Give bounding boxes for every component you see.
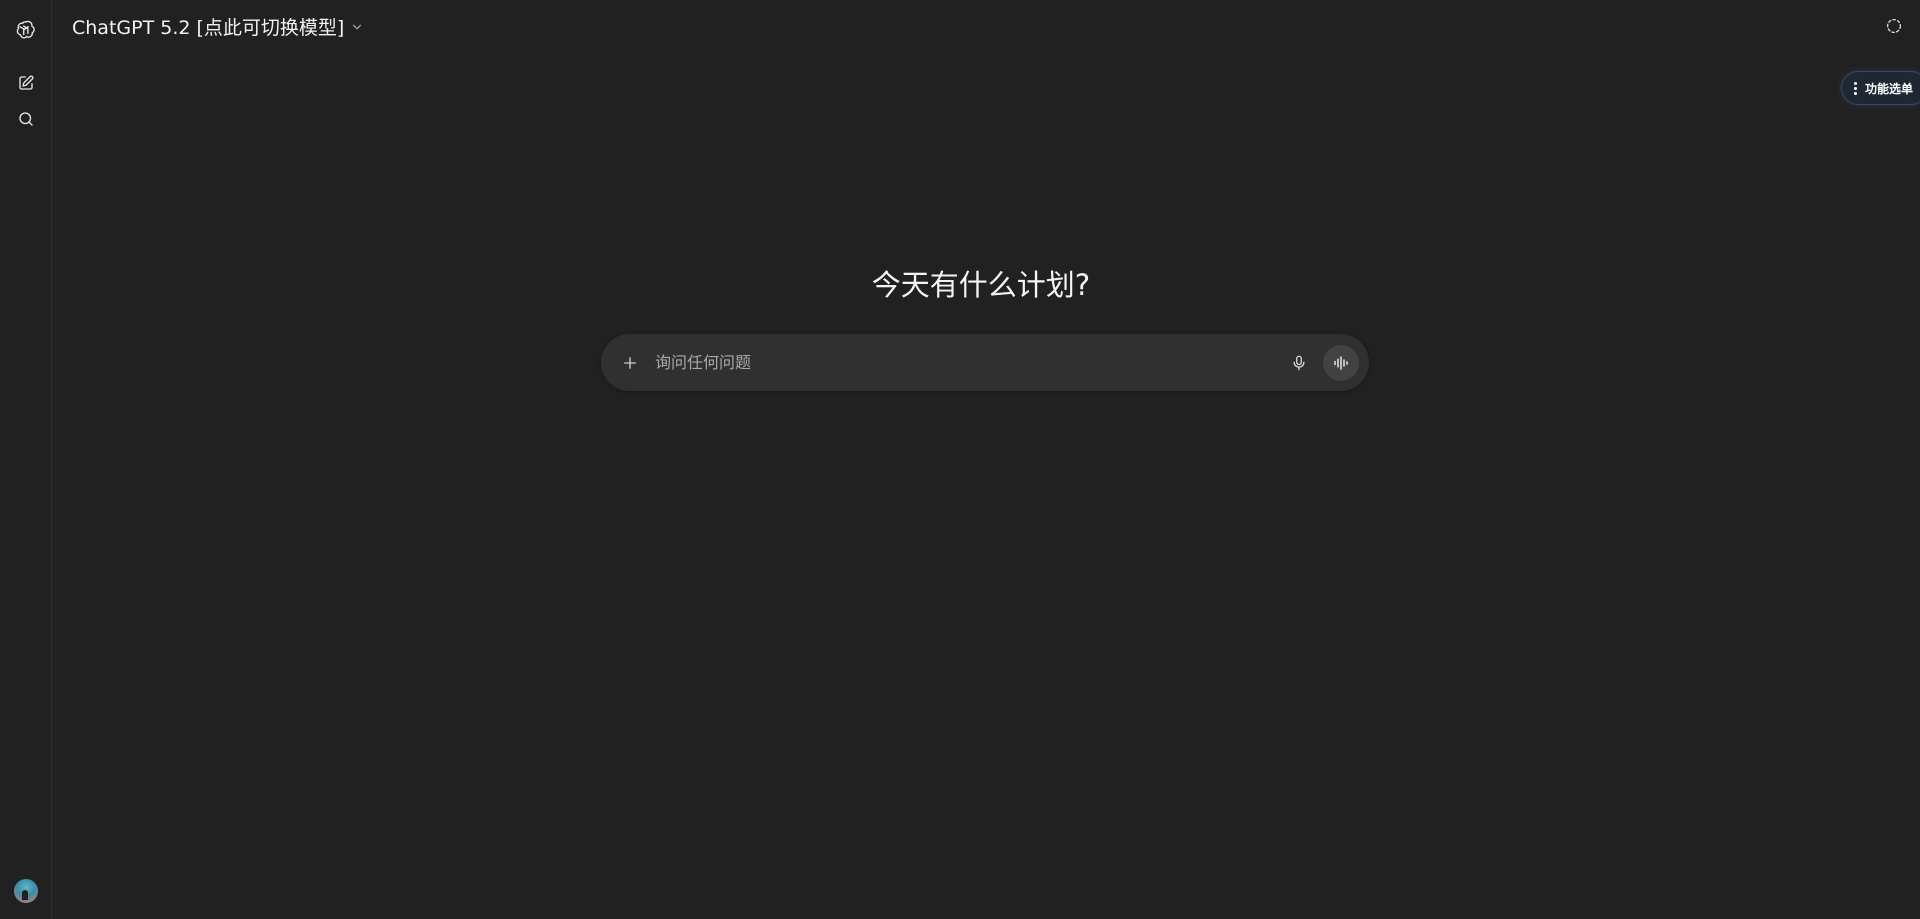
app-root: ChatGPT 5.2 [点此可切换模型] 功能选单 今天有什么计划? bbox=[0, 0, 1920, 919]
openai-logo-icon[interactable] bbox=[8, 12, 44, 48]
temporary-chat-icon[interactable] bbox=[1882, 14, 1906, 38]
model-label: ChatGPT 5.2 [点此可切换模型] bbox=[72, 16, 345, 39]
avatar[interactable] bbox=[14, 879, 38, 903]
new-chat-icon[interactable] bbox=[8, 65, 44, 101]
main-area: ChatGPT 5.2 [点此可切换模型] 功能选单 今天有什么计划? bbox=[52, 0, 1920, 919]
function-menu-button[interactable]: 功能选单 bbox=[1840, 71, 1920, 105]
chevron-down-icon bbox=[350, 20, 364, 34]
composer bbox=[601, 334, 1369, 391]
sidebar-rail bbox=[0, 0, 52, 919]
voice-mode-icon[interactable] bbox=[1323, 344, 1359, 381]
add-attachment-icon[interactable] bbox=[615, 348, 645, 378]
more-vertical-icon bbox=[1853, 81, 1857, 95]
search-icon[interactable] bbox=[8, 101, 44, 137]
chat-input[interactable] bbox=[655, 353, 1283, 372]
model-switcher-button[interactable]: ChatGPT 5.2 [点此可切换模型] bbox=[66, 9, 370, 44]
topbar: ChatGPT 5.2 [点此可切换模型] bbox=[52, 0, 1920, 52]
function-menu-label: 功能选单 bbox=[1864, 81, 1913, 96]
page-title: 今天有什么计划? bbox=[871, 268, 1091, 302]
microphone-icon[interactable] bbox=[1283, 347, 1315, 379]
